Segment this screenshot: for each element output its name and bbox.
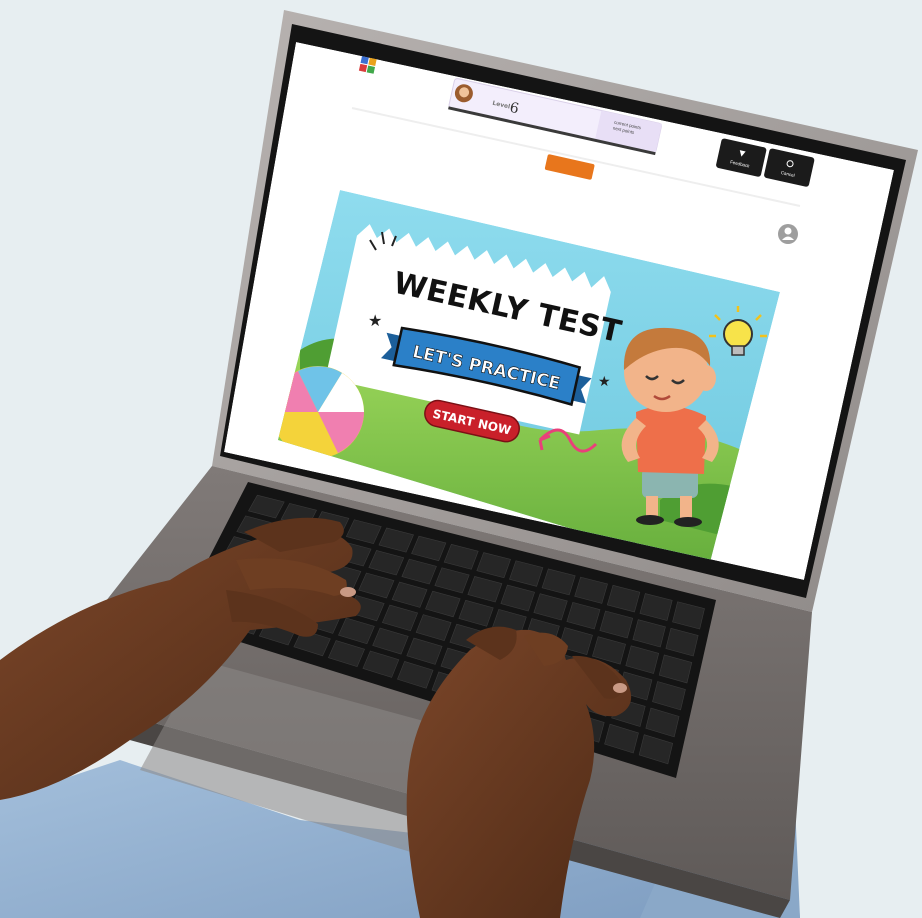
star-icon: ★ bbox=[368, 313, 382, 330]
photo-scene: Level 6 current points next points Feedb… bbox=[0, 0, 922, 918]
star-icon: ★ bbox=[598, 373, 611, 389]
scene-svg: Level 6 current points next points Feedb… bbox=[0, 0, 922, 918]
user-icon[interactable] bbox=[778, 224, 798, 244]
